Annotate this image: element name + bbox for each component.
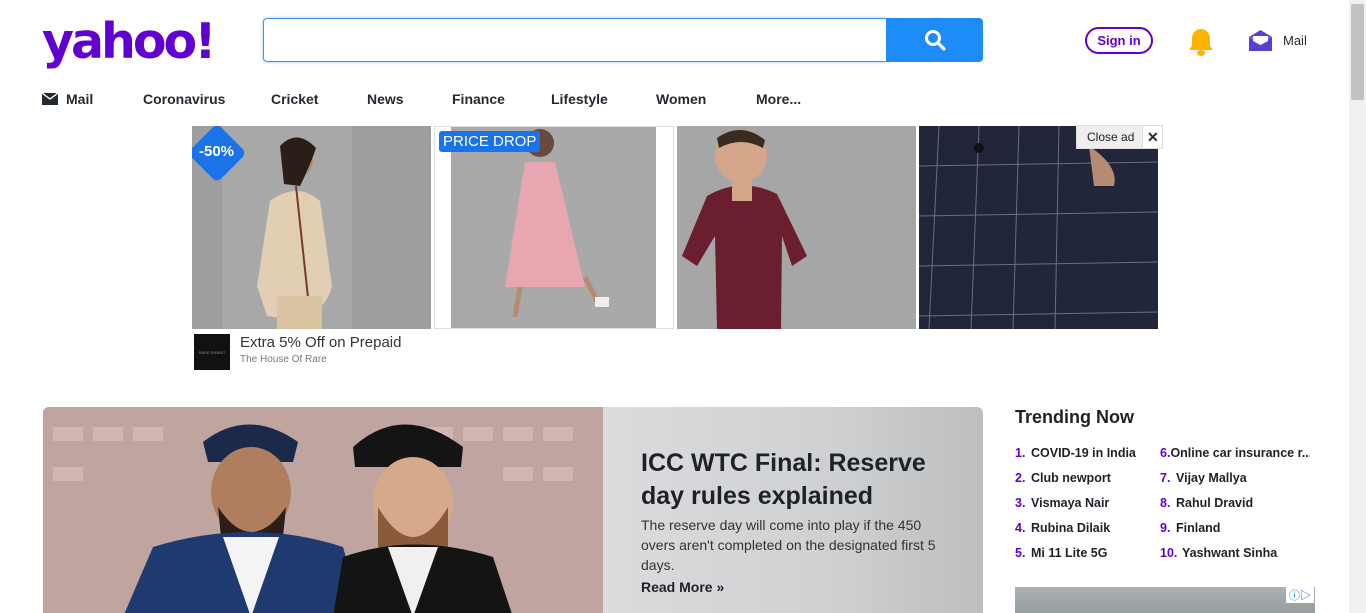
discount-badge: -50%	[199, 143, 235, 160]
nav-item-lifestyle[interactable]: Lifestyle	[551, 90, 608, 108]
trending-rank: 4.	[1015, 521, 1026, 535]
trending-rank: 7.	[1160, 471, 1171, 485]
mail-icon	[42, 93, 58, 105]
cricketers-photo	[43, 407, 603, 613]
yahoo-homepage: yahoo! Sign in Mail Mail Coronavirus Cri…	[0, 0, 1366, 613]
hero-story[interactable]: ICC WTC Final: Reserve day rules explain…	[43, 407, 983, 613]
trending-label: COVID-19 in India	[1031, 446, 1136, 460]
trending-column-2: 6. Online car insurance r... 7. Vijay Mall…	[1160, 445, 1310, 570]
nav-item-cricket[interactable]: Cricket	[271, 90, 318, 108]
trending-now: Trending Now 1. COVID-19 in India 2. Club …	[1015, 407, 1315, 560]
trending-item[interactable]: 9. Finland	[1160, 520, 1310, 545]
ad-tile-shirt[interactable]	[677, 126, 916, 329]
model-image	[451, 127, 656, 328]
search-icon	[924, 30, 946, 51]
ad-tile-trousers[interactable]	[919, 126, 1158, 329]
ad-meta[interactable]: RARE RABBIT Extra 5% Off on Prepaid The …	[194, 334, 401, 370]
ad-title[interactable]: Extra 5% Off on Prepaid	[240, 334, 401, 352]
trending-rank: 2.	[1015, 471, 1026, 485]
yahoo-logo[interactable]: yahoo!	[42, 14, 217, 70]
nav-item-coronavirus[interactable]: Coronavirus	[143, 90, 225, 108]
search-bar	[263, 18, 983, 62]
hero-image[interactable]	[43, 407, 603, 613]
ad-meta-text: Extra 5% Off on Prepaid The House Of Rar…	[240, 334, 401, 370]
hero-text-panel: ICC WTC Final: Reserve day rules explain…	[603, 407, 983, 613]
trending-rank: 1.	[1015, 446, 1026, 460]
close-ad-label: Close ad	[1087, 130, 1135, 144]
trending-item[interactable]: 2. Club newport	[1015, 470, 1136, 495]
trending-rank: 6.	[1160, 446, 1171, 460]
adchoices-icon[interactable]: ⓘ▷	[1286, 587, 1314, 603]
ad-tile-dress-2[interactable]: PRICE DROP	[434, 126, 674, 329]
product-image	[919, 126, 1158, 329]
mail-envelope-icon	[1249, 30, 1272, 51]
trending-label: Mi 11 Lite 5G	[1031, 546, 1108, 560]
trending-label: Online car insurance r...	[1170, 446, 1310, 460]
mail-label: Mail	[1283, 32, 1307, 48]
nav-item-finance[interactable]: Finance	[452, 90, 505, 108]
trending-rank: 10.	[1160, 546, 1178, 560]
nav-mail-label: Mail	[66, 91, 94, 107]
trending-label: Vijay Mallya	[1176, 471, 1247, 485]
model-image	[677, 126, 916, 329]
trending-item[interactable]: 8. Rahul Dravid	[1160, 495, 1310, 520]
trending-item[interactable]: 4. Rubina Dilaik	[1015, 520, 1136, 545]
trending-item[interactable]: 6. Online car insurance r...	[1160, 445, 1310, 470]
trending-label: Club newport	[1031, 471, 1111, 485]
carousel-ad[interactable]: -50% PRICE DROP	[192, 126, 1158, 329]
mail-link[interactable]: Mail	[1248, 28, 1307, 52]
ad-advertiser: The House Of Rare	[240, 354, 327, 365]
advertiser-logo: RARE RABBIT	[194, 334, 230, 370]
sign-in-button[interactable]: Sign in	[1085, 27, 1153, 54]
trending-label: Yashwant Sinha	[1182, 546, 1278, 560]
trending-label: Finland	[1176, 521, 1221, 535]
trending-label: Vismaya Nair	[1031, 496, 1110, 510]
close-icon[interactable]: ✕	[1142, 126, 1163, 148]
trending-heading: Trending Now	[1015, 407, 1134, 427]
hero-title[interactable]: ICC WTC Final: Reserve day rules explain…	[641, 447, 951, 513]
trending-label: Rahul Dravid	[1176, 496, 1254, 510]
trending-column-1: 1. COVID-19 in India 2. Club newport 3. Vis…	[1015, 445, 1136, 570]
trending-item[interactable]: 7. Vijay Mallya	[1160, 470, 1310, 495]
trending-rank: 5.	[1015, 546, 1026, 560]
notification-bell-icon[interactable]	[1187, 27, 1215, 57]
nav-item-mail[interactable]: Mail	[42, 90, 93, 108]
trending-rank: 3.	[1015, 496, 1026, 510]
price-drop-badge: PRICE DROP	[439, 131, 541, 152]
trending-rank: 9.	[1160, 521, 1171, 535]
trending-rank: 8.	[1160, 496, 1171, 510]
trending-item[interactable]: 1. COVID-19 in India	[1015, 445, 1136, 470]
hero-description: The reserve day will come into play if t…	[641, 517, 936, 573]
search-input[interactable]	[263, 18, 886, 62]
nav-item-women[interactable]: Women	[656, 90, 706, 108]
scrollbar-thumb[interactable]	[1351, 4, 1364, 100]
trending-label: Rubina Dilaik	[1031, 521, 1111, 535]
page-scrollbar[interactable]	[1349, 0, 1366, 613]
trending-item[interactable]: 5. Mi 11 Lite 5G	[1015, 545, 1136, 570]
ad-tile-dress-1[interactable]: -50%	[192, 126, 431, 329]
sidebar-ad[interactable]	[1015, 587, 1315, 613]
trending-item[interactable]: 3. Vismaya Nair	[1015, 495, 1136, 520]
read-more-link[interactable]: Read More »	[641, 579, 724, 595]
nav-item-more[interactable]: More...	[756, 90, 801, 108]
search-button[interactable]	[886, 18, 983, 62]
close-ad-button[interactable]: Close ad ✕	[1076, 125, 1164, 149]
nav-item-news[interactable]: News	[367, 90, 404, 108]
trending-item[interactable]: 10. Yashwant Sinha	[1160, 545, 1310, 570]
